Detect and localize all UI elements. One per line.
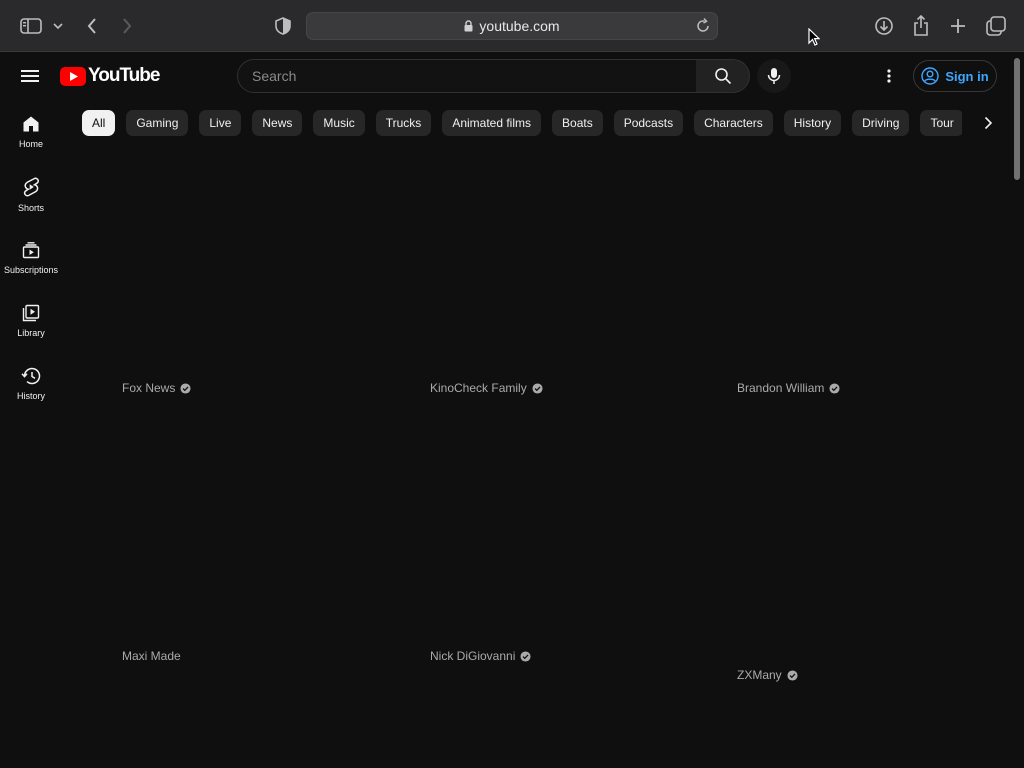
sidebar-item-label: History bbox=[16, 390, 45, 401]
chip-history[interactable]: History bbox=[783, 110, 842, 136]
verified-badge-icon bbox=[829, 382, 840, 394]
logo-text: YouTube bbox=[88, 65, 160, 86]
chevron-down-icon[interactable] bbox=[50, 14, 66, 38]
search-icon bbox=[714, 68, 731, 85]
chip-boats[interactable]: Boats bbox=[552, 110, 603, 136]
channel-name-text: ZXMany bbox=[737, 668, 782, 682]
youtube-header: YouTube Search Sign in bbox=[0, 52, 1010, 100]
chip-trucks[interactable]: Trucks bbox=[375, 110, 432, 136]
address-url: youtube.com bbox=[479, 18, 560, 34]
channel-name-text: Brandon William bbox=[737, 381, 825, 395]
sidebar-item-label: Home bbox=[18, 138, 43, 149]
privacy-shield-icon[interactable] bbox=[271, 14, 295, 38]
search-input[interactable]: Search bbox=[237, 59, 697, 93]
chip-podcasts[interactable]: Podcasts bbox=[613, 110, 684, 136]
channel-name-text: Nick DiGiovanni bbox=[430, 649, 516, 663]
voice-search-button[interactable] bbox=[757, 59, 791, 93]
sidebar-item-history[interactable]: History bbox=[0, 352, 62, 415]
chip-characters[interactable]: Characters bbox=[694, 110, 773, 136]
download-icon[interactable] bbox=[872, 14, 896, 38]
video-channel-name[interactable]: Nick DiGiovanni bbox=[430, 649, 531, 663]
settings-more-icon[interactable] bbox=[878, 64, 900, 88]
youtube-logo[interactable]: YouTube bbox=[60, 65, 160, 86]
tab-overview-icon[interactable] bbox=[984, 14, 1008, 38]
verified-badge-icon bbox=[532, 382, 543, 394]
video-channel-name[interactable]: Brandon William bbox=[737, 381, 840, 395]
forward-icon[interactable] bbox=[115, 14, 139, 38]
channel-name-text: KinoCheck Family bbox=[430, 381, 527, 395]
chevron-right-icon bbox=[984, 116, 993, 130]
sidebar-toggle-icon[interactable] bbox=[18, 14, 44, 38]
share-icon[interactable] bbox=[909, 14, 933, 38]
sidebar-item-home[interactable]: Home bbox=[0, 100, 62, 163]
lock-icon bbox=[464, 20, 473, 32]
address-bar[interactable]: youtube.com bbox=[306, 12, 718, 40]
sidebar-item-label: Subscriptions bbox=[3, 264, 59, 275]
sign-in-label: Sign in bbox=[945, 68, 989, 84]
category-chips: All Gaming Live News Music Trucks Animat… bbox=[82, 110, 962, 137]
history-icon bbox=[21, 367, 41, 384]
sidebar-item-label: Library bbox=[17, 327, 45, 338]
sidebar-item-subscriptions[interactable]: Subscriptions bbox=[0, 226, 62, 289]
sidebar-item-label: Shorts bbox=[17, 202, 44, 213]
chip-tour[interactable]: Tour bbox=[920, 110, 962, 136]
video-channel-name[interactable]: KinoCheck Family bbox=[430, 381, 543, 395]
library-icon bbox=[22, 304, 40, 321]
page-scrollbar[interactable] bbox=[1010, 52, 1024, 768]
sidebar-item-shorts[interactable]: Shorts bbox=[0, 163, 62, 226]
verified-badge-icon bbox=[520, 650, 531, 662]
chips-next-button[interactable] bbox=[976, 110, 1000, 136]
home-icon bbox=[23, 116, 39, 131]
chip-driving[interactable]: Driving bbox=[852, 110, 910, 136]
sign-in-button[interactable]: Sign in bbox=[913, 60, 997, 92]
chip-all[interactable]: All bbox=[82, 110, 116, 136]
channel-name-text: Maxi Made bbox=[122, 649, 181, 663]
chip-music[interactable]: Music bbox=[313, 110, 365, 136]
mini-guide-sidebar: Home Shorts Subscriptions Library Histor… bbox=[0, 100, 62, 415]
verified-badge-icon bbox=[787, 669, 798, 681]
video-channel-name[interactable]: Maxi Made bbox=[122, 649, 181, 663]
browser-toolbar: youtube.com bbox=[0, 0, 1024, 52]
mouse-pointer-icon bbox=[808, 27, 821, 51]
account-icon bbox=[921, 67, 940, 85]
youtube-play-icon bbox=[60, 66, 86, 86]
hamburger-menu-icon[interactable] bbox=[16, 64, 44, 88]
chip-live[interactable]: Live bbox=[199, 110, 242, 136]
verified-badge-icon bbox=[180, 382, 191, 394]
search-button[interactable] bbox=[696, 59, 750, 93]
sidebar-item-library[interactable]: Library bbox=[0, 289, 62, 352]
chip-animated-films[interactable]: Animated films bbox=[442, 110, 542, 136]
shorts-icon bbox=[23, 177, 39, 196]
video-channel-name[interactable]: Fox News bbox=[122, 381, 191, 395]
chip-gaming[interactable]: Gaming bbox=[126, 110, 189, 136]
back-icon[interactable] bbox=[80, 14, 104, 38]
scrollbar-thumb[interactable] bbox=[1014, 58, 1020, 180]
video-channel-name[interactable]: ZXMany bbox=[737, 668, 798, 682]
reload-icon[interactable] bbox=[695, 17, 711, 38]
search-placeholder: Search bbox=[252, 68, 297, 84]
microphone-icon bbox=[767, 68, 781, 84]
new-tab-icon[interactable] bbox=[946, 14, 970, 38]
chip-news[interactable]: News bbox=[252, 110, 303, 136]
subscriptions-icon bbox=[22, 241, 40, 258]
channel-name-text: Fox News bbox=[122, 381, 176, 395]
